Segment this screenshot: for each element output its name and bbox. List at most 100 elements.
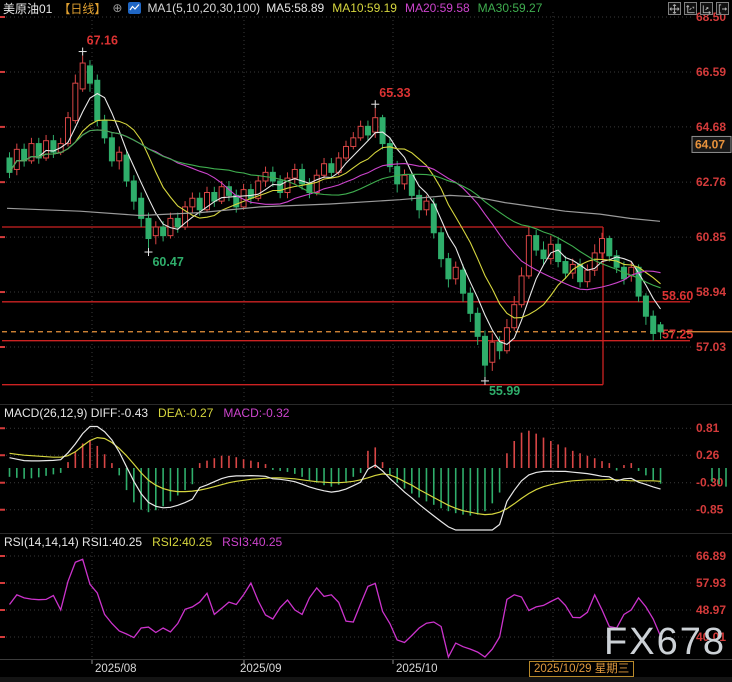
- candle-body: [380, 118, 385, 144]
- y-axis-label: 66.89: [696, 549, 726, 563]
- chart-toolbar: [668, 2, 729, 15]
- y-axis-label: 64.68: [696, 120, 726, 134]
- candle-body: [343, 146, 348, 158]
- candle-body: [14, 149, 19, 169]
- candle-body: [365, 126, 370, 135]
- y-axis-label: 62.76: [696, 175, 726, 189]
- indicator-value: MACD:-0.32: [223, 406, 289, 420]
- candle-body: [490, 342, 495, 362]
- period-selector[interactable]: 【日线】: [58, 0, 106, 17]
- candle-body: [270, 172, 275, 181]
- candle-body: [578, 264, 583, 281]
- x-axis-label: 2025/08: [95, 663, 137, 675]
- candle-body: [175, 218, 180, 227]
- candle-body: [314, 175, 319, 192]
- candle-body: [44, 141, 49, 158]
- level-line-label: 58.60: [662, 289, 693, 303]
- candle-body: [29, 144, 34, 161]
- diff-line: [10, 427, 661, 531]
- chart-type-icon[interactable]: [128, 2, 141, 14]
- indicator-value: MA20:59.58: [405, 1, 470, 15]
- main-chart-header: 美原油01 【日线】 ⊕ MA1(5,10,20,30,100) MA5:58.…: [3, 1, 542, 15]
- price-annotation: 60.47: [152, 255, 183, 269]
- indicator-value: DEA:-0.27: [158, 406, 213, 420]
- ma10-line: [10, 120, 661, 318]
- candle-body: [358, 126, 363, 138]
- candle-body: [95, 80, 100, 120]
- candle-body: [329, 164, 334, 173]
- pan-tool-icon[interactable]: [668, 2, 681, 15]
- symbol-name: 美原油01: [3, 0, 52, 17]
- candle-body: [475, 313, 480, 336]
- candle-body: [585, 270, 590, 282]
- candle-body: [402, 175, 407, 184]
- candle-body: [607, 239, 612, 256]
- candle-body: [190, 198, 195, 207]
- price-annotation: 67.16: [87, 34, 118, 48]
- price-annotation: 55.99: [489, 384, 520, 398]
- candle-body: [248, 190, 253, 199]
- price-annotation: 65.33: [379, 86, 410, 100]
- expand-icon[interactable]: ⊕: [112, 1, 122, 15]
- candle-body: [453, 267, 458, 279]
- candle-body: [643, 296, 648, 316]
- watermark: FX678: [604, 621, 726, 664]
- dea-line: [10, 438, 661, 515]
- indicator-value: MA5:58.89: [266, 1, 324, 15]
- candle-body: [600, 239, 605, 253]
- candle-body: [322, 164, 327, 176]
- candle-body: [212, 192, 217, 201]
- candle-body: [556, 244, 561, 261]
- y-axis-label: 0.81: [696, 421, 720, 435]
- y-axis-label: 57.03: [696, 340, 726, 354]
- indicator-value: RSI(14,14,14) RSI1:40.25: [4, 535, 142, 549]
- y-axis-label: 60.85: [696, 230, 726, 244]
- candle-body: [292, 169, 297, 178]
- candle-body: [161, 227, 166, 236]
- candle-body: [446, 259, 451, 279]
- candle-body: [87, 66, 92, 83]
- pane-shift-icon[interactable]: [716, 2, 729, 15]
- y-axis-scale-icon[interactable]: [684, 2, 697, 15]
- candle-body: [519, 276, 524, 305]
- x-axis-label: 2025/09: [240, 663, 282, 675]
- ma-settings-label: MA1(5,10,20,30,100): [147, 1, 260, 15]
- candle-body: [117, 152, 122, 161]
- ma100-line: [7, 195, 660, 221]
- candle-body: [482, 336, 487, 365]
- candle-body: [534, 236, 539, 250]
- candle-body: [409, 175, 414, 195]
- candle-body: [197, 198, 202, 210]
- candle-body: [131, 181, 136, 201]
- indicator-value: MA30:59.27: [478, 1, 543, 15]
- candle-body: [102, 121, 107, 138]
- candle-body: [109, 138, 114, 161]
- candle-body: [146, 218, 151, 238]
- chart-canvas[interactable]: 68.5066.5964.6862.7660.8558.9457.0364.07…: [0, 0, 732, 682]
- rsi-line: [10, 559, 661, 657]
- candle-body: [73, 83, 78, 120]
- y-axis-label: 0.26: [696, 448, 720, 462]
- y-axis-label: -0.85: [696, 503, 724, 517]
- candle-body: [526, 236, 531, 276]
- x-axis-scale-icon[interactable]: [700, 2, 713, 15]
- indicator-value: MA10:59.19: [332, 1, 397, 15]
- indicator-value: RSI2:40.25: [152, 535, 212, 549]
- candle-body: [563, 262, 568, 274]
- candle-body: [468, 293, 473, 313]
- candle-body: [431, 204, 436, 233]
- bottom-strip: [0, 677, 732, 682]
- current-date-label: 2025/10/29 星期三: [529, 661, 634, 677]
- candle-body: [541, 250, 546, 259]
- indicator-value: RSI3:40.25: [222, 535, 282, 549]
- candle-body: [153, 227, 158, 236]
- rsi-header: RSI(14,14,14) RSI1:40.25 RSI2:40.25 RSI3:4…: [4, 535, 282, 549]
- x-axis-label: 2025/10: [396, 663, 438, 675]
- ma-values: MA5:58.89 MA10:59.19 MA20:59.58 MA30:59.27: [266, 1, 542, 15]
- chart-application: 68.5066.5964.6862.7660.8558.9457.0364.07…: [0, 0, 732, 682]
- macd-header: MACD(26,12,9) DIFF:-0.43DEA:-0.27MACD:-0…: [4, 406, 289, 420]
- y-axis-label: 48.97: [696, 603, 726, 617]
- candle-body: [80, 63, 85, 89]
- candle-body: [124, 155, 129, 181]
- candle-body: [497, 342, 502, 351]
